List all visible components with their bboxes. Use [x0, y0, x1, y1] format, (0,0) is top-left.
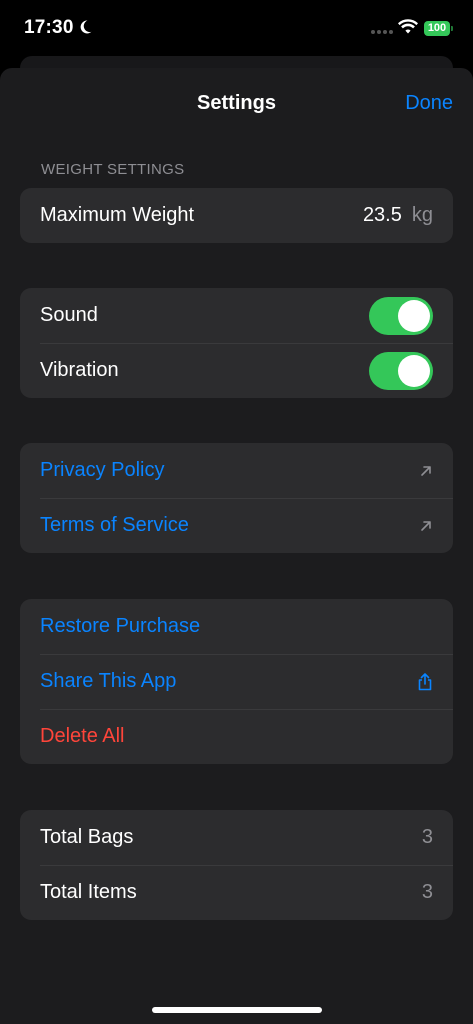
cellular-dots-icon [371, 30, 393, 34]
vibration-row: Vibration [20, 343, 453, 398]
actions-group: Restore Purchase Share This App Delete A… [20, 599, 453, 764]
battery-level: 100 [424, 21, 450, 36]
done-button[interactable]: Done [405, 92, 453, 115]
navigation-bar: Settings Done [0, 68, 473, 140]
delete-all-button[interactable]: Delete All [40, 725, 433, 748]
toggle-knob [398, 354, 430, 387]
status-bar: 17:30 100 [0, 0, 473, 56]
weight-unit: kg [411, 204, 433, 226]
share-icon [418, 672, 432, 690]
settings-sheet: Settings Done WEIGHT SETTINGS Maximum We… [0, 68, 473, 1024]
section-header-weight: WEIGHT SETTINGS [41, 161, 185, 178]
total-items-label: Total Items [40, 881, 137, 903]
sound-label: Sound [40, 304, 98, 326]
total-items-row: Total Items 3 [20, 865, 453, 920]
max-weight-value[interactable]: 23.5 [363, 204, 402, 227]
restore-purchase-row[interactable]: Restore Purchase [20, 599, 453, 654]
share-app-button[interactable]: Share This App [40, 670, 417, 693]
restore-purchase-button[interactable]: Restore Purchase [40, 615, 433, 638]
terms-of-service-link[interactable]: Terms of Service [40, 514, 419, 537]
vibration-label: Vibration [40, 359, 119, 381]
privacy-policy-row[interactable]: Privacy Policy [20, 443, 453, 498]
sound-toggle[interactable] [369, 296, 433, 335]
feedback-group: Sound Vibration [20, 288, 453, 398]
share-app-row[interactable]: Share This App [20, 654, 453, 709]
stats-group: Total Bags 3 Total Items 3 [20, 810, 453, 920]
status-time: 17:30 [24, 17, 74, 38]
max-weight-label: Maximum Weight [40, 204, 195, 226]
total-bags-label: Total Bags [40, 826, 134, 848]
vibration-toggle[interactable] [369, 351, 433, 390]
total-items-value: 3 [421, 881, 433, 903]
legal-group: Privacy Policy Terms of Service [20, 443, 453, 553]
battery-tip [451, 26, 453, 31]
weight-group: Maximum Weight 23.5 kg [20, 188, 453, 243]
external-link-arrow-icon [421, 465, 431, 476]
total-bags-value: 3 [421, 826, 433, 848]
privacy-policy-link[interactable]: Privacy Policy [40, 459, 419, 482]
terms-of-service-row[interactable]: Terms of Service [20, 498, 453, 553]
screen: 17:30 100 Settings Done WEIGHT SETTINGS … [0, 0, 473, 1024]
battery-indicator: 100 [424, 21, 454, 37]
page-title: Settings [197, 92, 276, 114]
wifi-icon [398, 19, 418, 34]
moon-icon [80, 20, 92, 34]
external-link-arrow-icon [421, 520, 431, 531]
toggle-knob [398, 299, 430, 332]
total-bags-row: Total Bags 3 [20, 810, 453, 865]
max-weight-row[interactable]: Maximum Weight 23.5 kg [20, 188, 453, 243]
delete-all-row[interactable]: Delete All [20, 709, 453, 764]
sound-row: Sound [20, 288, 453, 343]
home-indicator[interactable] [152, 1007, 322, 1013]
